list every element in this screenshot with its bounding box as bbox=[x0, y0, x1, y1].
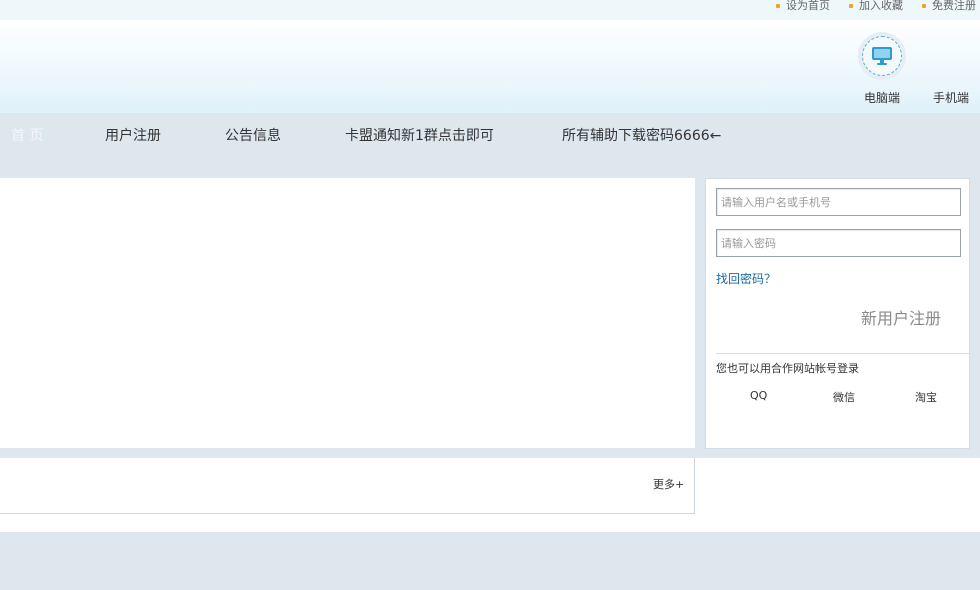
partner-login-label: 您也可以用合作网站帐号登录 bbox=[716, 362, 859, 375]
login-panel: 找回密码？ 新用户注册 您也可以用合作网站帐号登录 QQ 微信 淘宝 bbox=[705, 178, 970, 449]
news-side-panel bbox=[695, 458, 980, 532]
nav-announcements[interactable]: 公告信息 bbox=[225, 125, 281, 145]
new-user-register-button[interactable]: 新用户注册 bbox=[861, 305, 941, 329]
main-nav: 首 页 用户注册 公告信息 卡盟通知新1群点击即可 所有辅助下载密码6666← bbox=[0, 113, 980, 153]
bullet-icon bbox=[849, 4, 853, 8]
pc-version-link[interactable]: 电脑端 bbox=[864, 89, 900, 106]
taobao-login-link[interactable]: 淘宝 bbox=[915, 389, 937, 405]
nav-download-password[interactable]: 所有辅助下载密码6666← bbox=[562, 125, 721, 145]
main-content-area bbox=[0, 178, 695, 448]
forgot-password-link[interactable]: 找回密码？ bbox=[716, 270, 776, 287]
qq-login-link[interactable]: QQ bbox=[750, 389, 767, 402]
wechat-login-link[interactable]: 微信 bbox=[833, 389, 855, 405]
bullet-icon bbox=[922, 4, 926, 8]
mobile-version-link[interactable]: 手机端 bbox=[933, 89, 969, 106]
set-homepage-link[interactable]: 设为首页 bbox=[776, 0, 830, 12]
free-register-link[interactable]: 免费注册 bbox=[922, 0, 976, 12]
add-favorite-link[interactable]: 加入收藏 bbox=[849, 0, 903, 12]
header bbox=[0, 20, 980, 113]
monitor-icon[interactable] bbox=[858, 32, 906, 80]
nav-register[interactable]: 用户注册 bbox=[105, 125, 161, 145]
top-bar: 设为首页 加入收藏 免费注册 bbox=[0, 0, 980, 20]
news-box: 更多+ bbox=[0, 458, 695, 514]
news-strip bbox=[0, 513, 695, 532]
bullet-icon bbox=[776, 4, 780, 8]
password-input[interactable] bbox=[716, 229, 961, 257]
username-input[interactable] bbox=[716, 188, 961, 216]
more-link[interactable]: 更多+ bbox=[653, 476, 684, 492]
nav-group-notice[interactable]: 卡盟通知新1群点击即可 bbox=[345, 125, 494, 145]
nav-home[interactable]: 首 页 bbox=[11, 125, 43, 145]
divider bbox=[716, 353, 969, 354]
